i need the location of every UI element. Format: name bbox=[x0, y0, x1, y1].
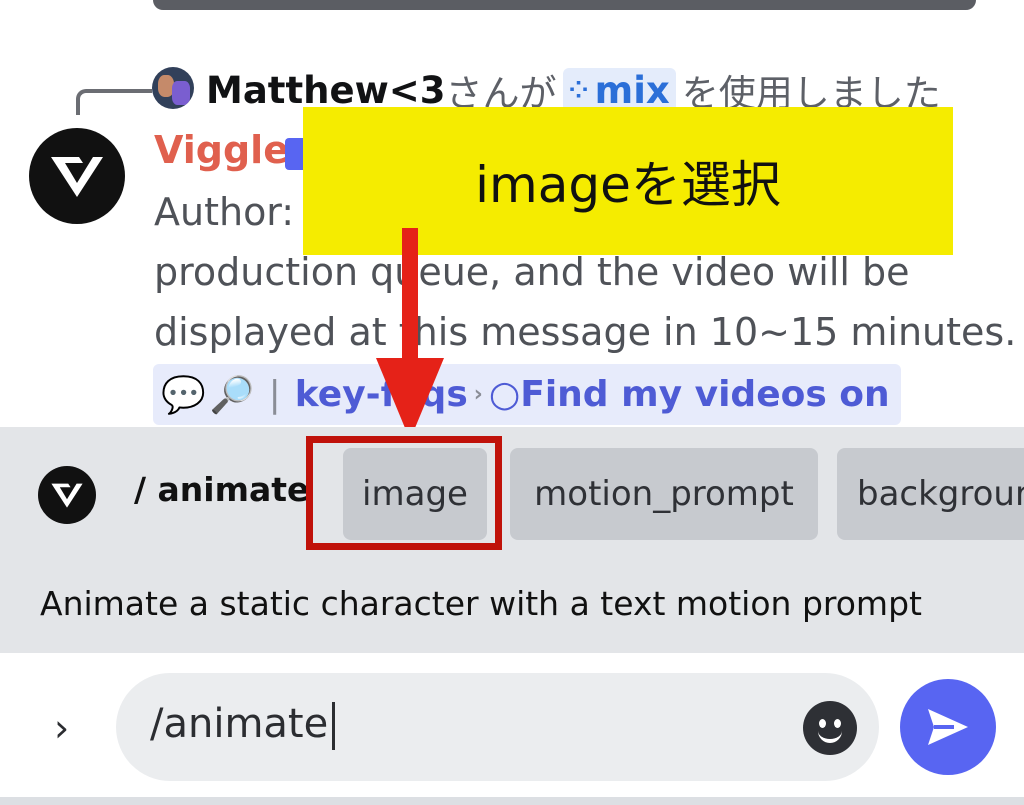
bottom-edge bbox=[0, 797, 1024, 805]
viggle-logo-icon bbox=[51, 483, 83, 508]
message-line-1: Author: bbox=[154, 190, 295, 234]
magnifier-icon: 🔎 bbox=[209, 374, 255, 416]
command-icon: ⁘ bbox=[568, 76, 589, 104]
send-button[interactable] bbox=[900, 679, 996, 775]
command-bot-avatar bbox=[38, 466, 96, 524]
chevron-right-icon: › bbox=[473, 382, 483, 407]
viggle-logo-icon bbox=[51, 157, 103, 197]
find-videos-link[interactable]: Find my videos on bbox=[520, 374, 889, 415]
reply-user-avatar[interactable] bbox=[152, 67, 194, 109]
message-input-value[interactable]: /animate bbox=[150, 701, 336, 750]
command-description: Animate a static character with a text m… bbox=[40, 584, 922, 623]
send-icon bbox=[928, 709, 968, 745]
callout-text: imageを選択 bbox=[475, 156, 781, 214]
command-name[interactable]: / animate bbox=[134, 470, 309, 509]
reply-connector bbox=[76, 89, 152, 115]
bot-name[interactable]: Viggle bbox=[154, 128, 289, 172]
command-chip[interactable]: ⁘ mix bbox=[562, 68, 676, 112]
reply-username[interactable]: Matthew<3 bbox=[206, 69, 446, 112]
previous-message-bar bbox=[153, 0, 976, 10]
message-line-3: displayed at this message in 10~15 minut… bbox=[154, 310, 1017, 354]
annotation-callout: imageを選択 bbox=[303, 107, 953, 255]
thread-bubble-icon: ○ bbox=[488, 374, 521, 415]
command-chip-label: mix bbox=[594, 68, 670, 112]
bot-avatar[interactable] bbox=[29, 128, 125, 224]
message-line-2: production queue, and the video will be bbox=[154, 250, 910, 294]
chevron-right-icon[interactable]: › bbox=[54, 706, 69, 750]
message-links: 💬 🔎 | key-faqs › ○ Find my videos on bbox=[153, 364, 901, 425]
annotation-arrow bbox=[402, 228, 418, 368]
annotation-highlight-box bbox=[306, 436, 502, 550]
text-caret bbox=[332, 702, 336, 750]
divider: | bbox=[268, 374, 281, 415]
emoji-icon[interactable] bbox=[803, 701, 857, 755]
option-motion-prompt[interactable]: motion_prompt bbox=[510, 448, 818, 540]
thread-icon: 💬 bbox=[161, 374, 206, 416]
option-background[interactable]: backgrour bbox=[837, 448, 1024, 540]
input-text: /animate bbox=[150, 701, 329, 747]
